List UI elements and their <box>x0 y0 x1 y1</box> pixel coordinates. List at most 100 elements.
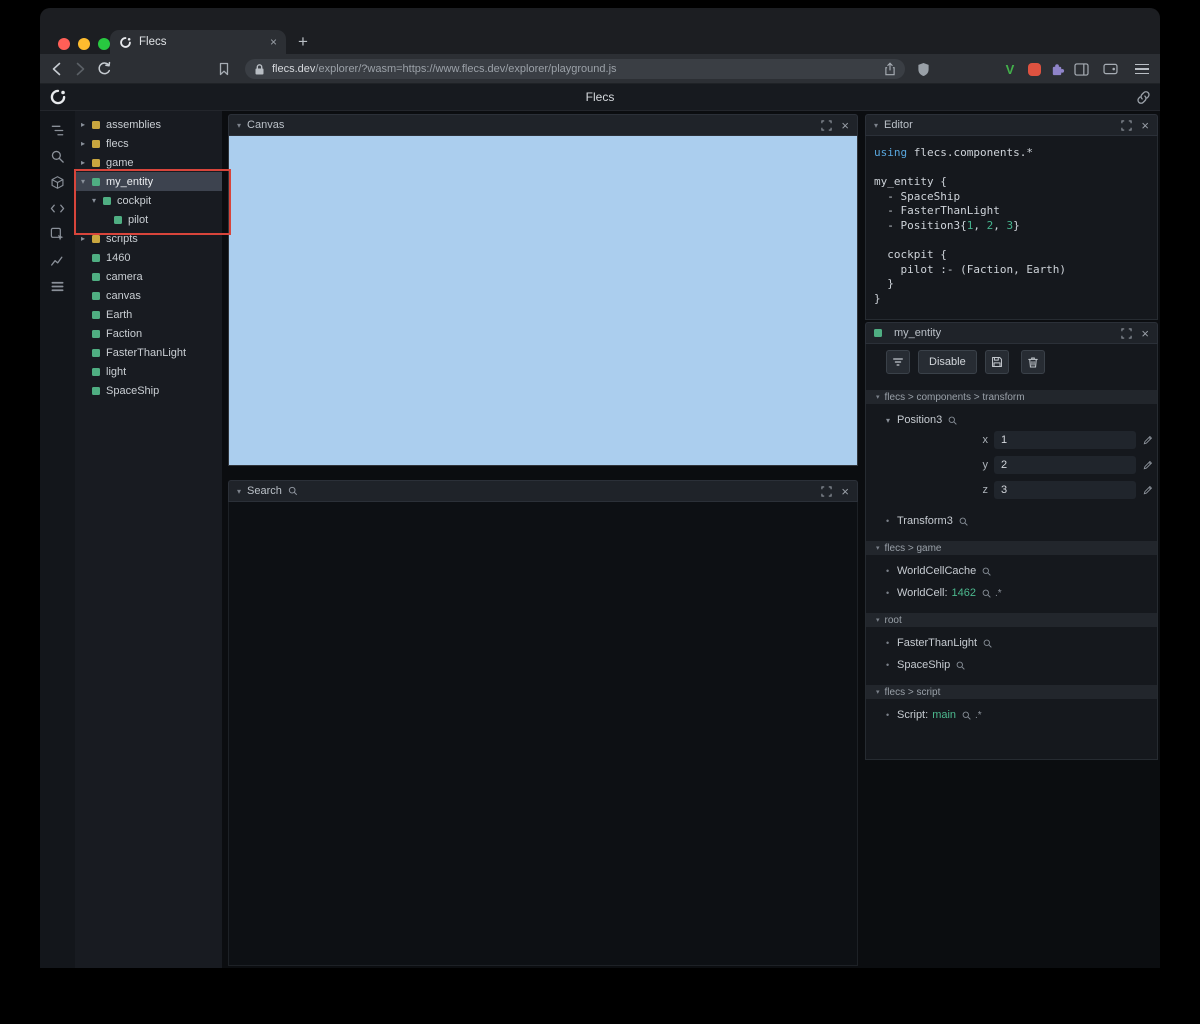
extensions-puzzle-icon[interactable] <box>1048 60 1066 78</box>
chevron-down-icon[interactable]: ▾ <box>886 416 897 425</box>
tree-item-Faction[interactable]: Faction <box>75 324 222 343</box>
close-window-button[interactable] <box>58 38 70 50</box>
shield-icon[interactable] <box>914 60 932 78</box>
chevron-right-icon[interactable]: ▸ <box>81 120 92 129</box>
code-icon[interactable] <box>45 195 71 221</box>
chevron-down-icon[interactable]: ▾ <box>81 177 92 186</box>
expand-icon[interactable] <box>821 119 833 131</box>
chevron-right-icon[interactable]: ▸ <box>81 234 92 243</box>
chevron-down-icon: ▾ <box>876 394 880 401</box>
chevron-down-icon[interactable]: ▾ <box>874 121 878 130</box>
section-path: flecs > game <box>884 542 942 554</box>
search-icon[interactable] <box>962 711 971 720</box>
minimize-window-button[interactable] <box>78 38 90 50</box>
edit-icon[interactable] <box>1143 460 1153 470</box>
expand-icon[interactable] <box>1121 327 1133 339</box>
delete-button[interactable] <box>1020 350 1045 374</box>
search-icon[interactable] <box>982 589 991 598</box>
tree-item-1460[interactable]: 1460 <box>75 248 222 267</box>
expand-icon[interactable] <box>1121 119 1133 131</box>
edit-icon[interactable] <box>1143 435 1153 445</box>
inspect-icon[interactable] <box>45 221 71 247</box>
reload-button[interactable] <box>96 61 112 77</box>
chevron-down-icon[interactable]: ▾ <box>237 121 241 130</box>
tree-item-my_entity[interactable]: ▾ my_entity <box>75 172 222 191</box>
component-row[interactable]: • SpaceShip <box>866 659 1157 671</box>
component-row[interactable]: ▾ Position3 <box>866 414 1157 426</box>
component-row[interactable]: • Script: main .* <box>866 709 1157 721</box>
inspector-section-header[interactable]: ▾ flecs > script <box>866 685 1157 699</box>
tree-item-flecs[interactable]: ▸ flecs <box>75 134 222 153</box>
share-link-icon[interactable] <box>1136 90 1151 110</box>
stats-chart-icon[interactable] <box>45 247 71 273</box>
close-icon[interactable]: × <box>1141 119 1149 132</box>
browser-tab[interactable]: Flecs × <box>110 30 286 54</box>
tree-item-Earth[interactable]: Earth <box>75 305 222 324</box>
inspector-section-header[interactable]: ▾ flecs > game <box>866 541 1157 555</box>
filter-button[interactable] <box>886 350 910 374</box>
disable-button[interactable]: Disable <box>918 350 977 374</box>
tree-item-cockpit[interactable]: ▾ cockpit <box>75 191 222 210</box>
edit-icon[interactable] <box>1143 485 1153 495</box>
chevron-down-icon[interactable]: ▾ <box>92 196 103 205</box>
back-button[interactable] <box>49 61 65 77</box>
search-icon[interactable] <box>982 567 991 576</box>
tree-item-canvas[interactable]: canvas <box>75 286 222 305</box>
canvas-panel-header[interactable]: ▾ Canvas × <box>228 114 858 136</box>
inspector-section-header[interactable]: ▾ root <box>866 613 1157 627</box>
search-results-area[interactable] <box>228 502 858 966</box>
chevron-down-icon[interactable]: ▾ <box>237 487 241 496</box>
tree-item-camera[interactable]: camera <box>75 267 222 286</box>
close-tab-icon[interactable]: × <box>270 35 277 49</box>
bookmark-icon[interactable] <box>216 61 232 77</box>
x-value-input[interactable]: 1 <box>994 431 1136 449</box>
search-panel-header[interactable]: ▾ Search × <box>228 480 858 502</box>
extension-v-icon[interactable]: V <box>1001 60 1019 78</box>
address-bar[interactable]: flecs.dev/explorer/?wasm=https://www.fle… <box>245 59 905 79</box>
expand-icon[interactable] <box>821 485 833 497</box>
sidebar-toggle-icon[interactable] <box>1072 60 1090 78</box>
query-search-icon[interactable] <box>45 143 71 169</box>
tree-item-scripts[interactable]: ▸ scripts <box>75 229 222 248</box>
editor-code[interactable]: using flecs.components.* my_entity { - S… <box>865 136 1158 320</box>
tree-item-assemblies[interactable]: ▸ assemblies <box>75 115 222 134</box>
close-icon[interactable]: × <box>1141 327 1149 340</box>
extension-red-icon[interactable] <box>1025 60 1043 78</box>
search-icon[interactable] <box>983 639 992 648</box>
canvas-viewport[interactable] <box>228 136 858 466</box>
close-icon[interactable]: × <box>841 119 849 132</box>
tree-item-pilot[interactable]: pilot <box>75 210 222 229</box>
entity-tree-icon[interactable] <box>45 117 71 143</box>
forward-button[interactable] <box>72 61 88 77</box>
lock-icon[interactable] <box>254 63 265 76</box>
component-row[interactable]: • WorldCellCache <box>866 565 1157 577</box>
inspector-section-header[interactable]: ▾ flecs > components > transform <box>866 390 1157 404</box>
tree-item-light[interactable]: light <box>75 362 222 381</box>
z-value-input[interactable]: 3 <box>994 481 1136 499</box>
tree-item-game[interactable]: ▸ game <box>75 153 222 172</box>
menu-icon[interactable] <box>1133 60 1151 78</box>
components-cube-icon[interactable] <box>45 169 71 195</box>
chevron-right-icon[interactable]: ▸ <box>81 139 92 148</box>
zoom-window-button[interactable] <box>98 38 110 50</box>
tree-item-SpaceShip[interactable]: SpaceShip <box>75 381 222 400</box>
code-line: my_entity { <box>874 175 947 189</box>
editor-panel-header[interactable]: ▾ Editor × <box>865 114 1158 136</box>
wallet-icon[interactable] <box>1101 60 1119 78</box>
chevron-right-icon[interactable]: ▸ <box>81 158 92 167</box>
component-row[interactable]: • Transform3 <box>866 515 1157 527</box>
close-icon[interactable]: × <box>841 485 849 498</box>
bullet-icon: • <box>886 588 890 598</box>
new-tab-button[interactable]: + <box>292 30 314 54</box>
component-row[interactable]: • FasterThanLight <box>866 637 1157 649</box>
save-button[interactable] <box>984 350 1009 374</box>
logs-icon[interactable] <box>45 273 71 299</box>
tree-item-FasterThanLight[interactable]: FasterThanLight <box>75 343 222 362</box>
inspector-panel-header[interactable]: my_entity × <box>865 322 1158 344</box>
search-icon[interactable] <box>948 416 957 425</box>
search-icon[interactable] <box>956 661 965 670</box>
search-icon[interactable] <box>959 517 968 526</box>
component-row[interactable]: • WorldCell: 1462 .* <box>866 587 1157 599</box>
y-value-input[interactable]: 2 <box>994 456 1136 474</box>
share-icon[interactable] <box>884 62 896 76</box>
